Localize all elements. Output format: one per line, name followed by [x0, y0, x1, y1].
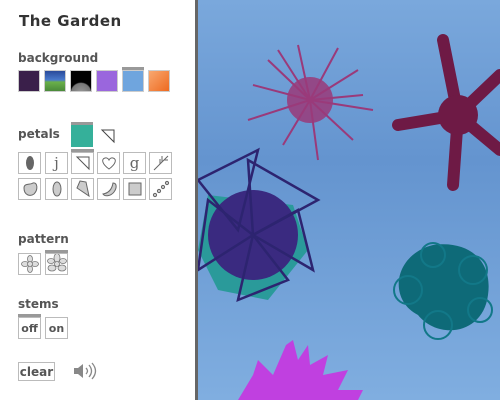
triangle-icon	[75, 156, 89, 171]
petal-blob-button[interactable]	[18, 178, 41, 200]
heart-icon	[101, 157, 116, 170]
oval-icon	[25, 156, 34, 170]
g-icon: g	[129, 154, 140, 172]
petal-color-swatch[interactable]	[71, 122, 93, 147]
petal-g-button[interactable]: g	[123, 152, 146, 174]
petal-heart-button[interactable]	[97, 152, 120, 174]
pattern-large-flower-button[interactable]	[45, 250, 68, 275]
branch-icon	[153, 155, 168, 171]
small-flower-icon	[20, 255, 39, 273]
tool-panel: The Garden background petals j g pattern…	[0, 0, 195, 400]
petals-label: petals	[18, 127, 60, 141]
background-swatch-sky-grass[interactable]	[44, 70, 66, 92]
garden-drawing	[198, 0, 500, 400]
background-swatch-blue-selected[interactable]	[122, 67, 144, 92]
background-swatch-dark-purple[interactable]	[18, 70, 40, 92]
petal-ellipse-button[interactable]	[45, 178, 68, 200]
sound-toggle-icon[interactable]	[72, 362, 100, 380]
j-icon: j	[54, 154, 59, 172]
petal-oval-button[interactable]	[18, 152, 41, 174]
petal-kite-button[interactable]	[71, 178, 94, 200]
pattern-small-flower-button[interactable]	[18, 253, 41, 275]
large-flower-icon	[46, 254, 67, 272]
petal-branch-button[interactable]	[149, 152, 172, 174]
stems-off-button[interactable]: off	[18, 314, 41, 339]
clear-button[interactable]: clear	[18, 362, 55, 381]
stems-label: stems	[18, 297, 59, 311]
petal-crescent-button[interactable]	[97, 178, 120, 200]
petal-square-button[interactable]	[123, 178, 146, 200]
kite-icon	[75, 180, 90, 198]
ellipse-icon	[52, 181, 61, 197]
background-swatch-orange[interactable]	[148, 70, 170, 92]
dots-icon	[152, 180, 169, 198]
triangle-petal-preview-icon	[100, 129, 115, 144]
crescent-icon	[101, 182, 117, 197]
background-swatch-moon[interactable]	[70, 70, 92, 92]
app-title: The Garden	[19, 12, 122, 30]
blob-icon	[22, 182, 37, 196]
petal-j-button[interactable]: j	[45, 152, 68, 174]
stems-on-button[interactable]: on	[45, 317, 68, 339]
petal-triangle-button[interactable]	[71, 149, 94, 174]
square-icon	[128, 182, 141, 196]
background-label: background	[18, 51, 99, 65]
pattern-label: pattern	[18, 232, 69, 246]
drawing-canvas[interactable]	[198, 0, 500, 400]
petal-dots-button[interactable]	[149, 178, 172, 200]
background-swatch-purple[interactable]	[96, 70, 118, 92]
